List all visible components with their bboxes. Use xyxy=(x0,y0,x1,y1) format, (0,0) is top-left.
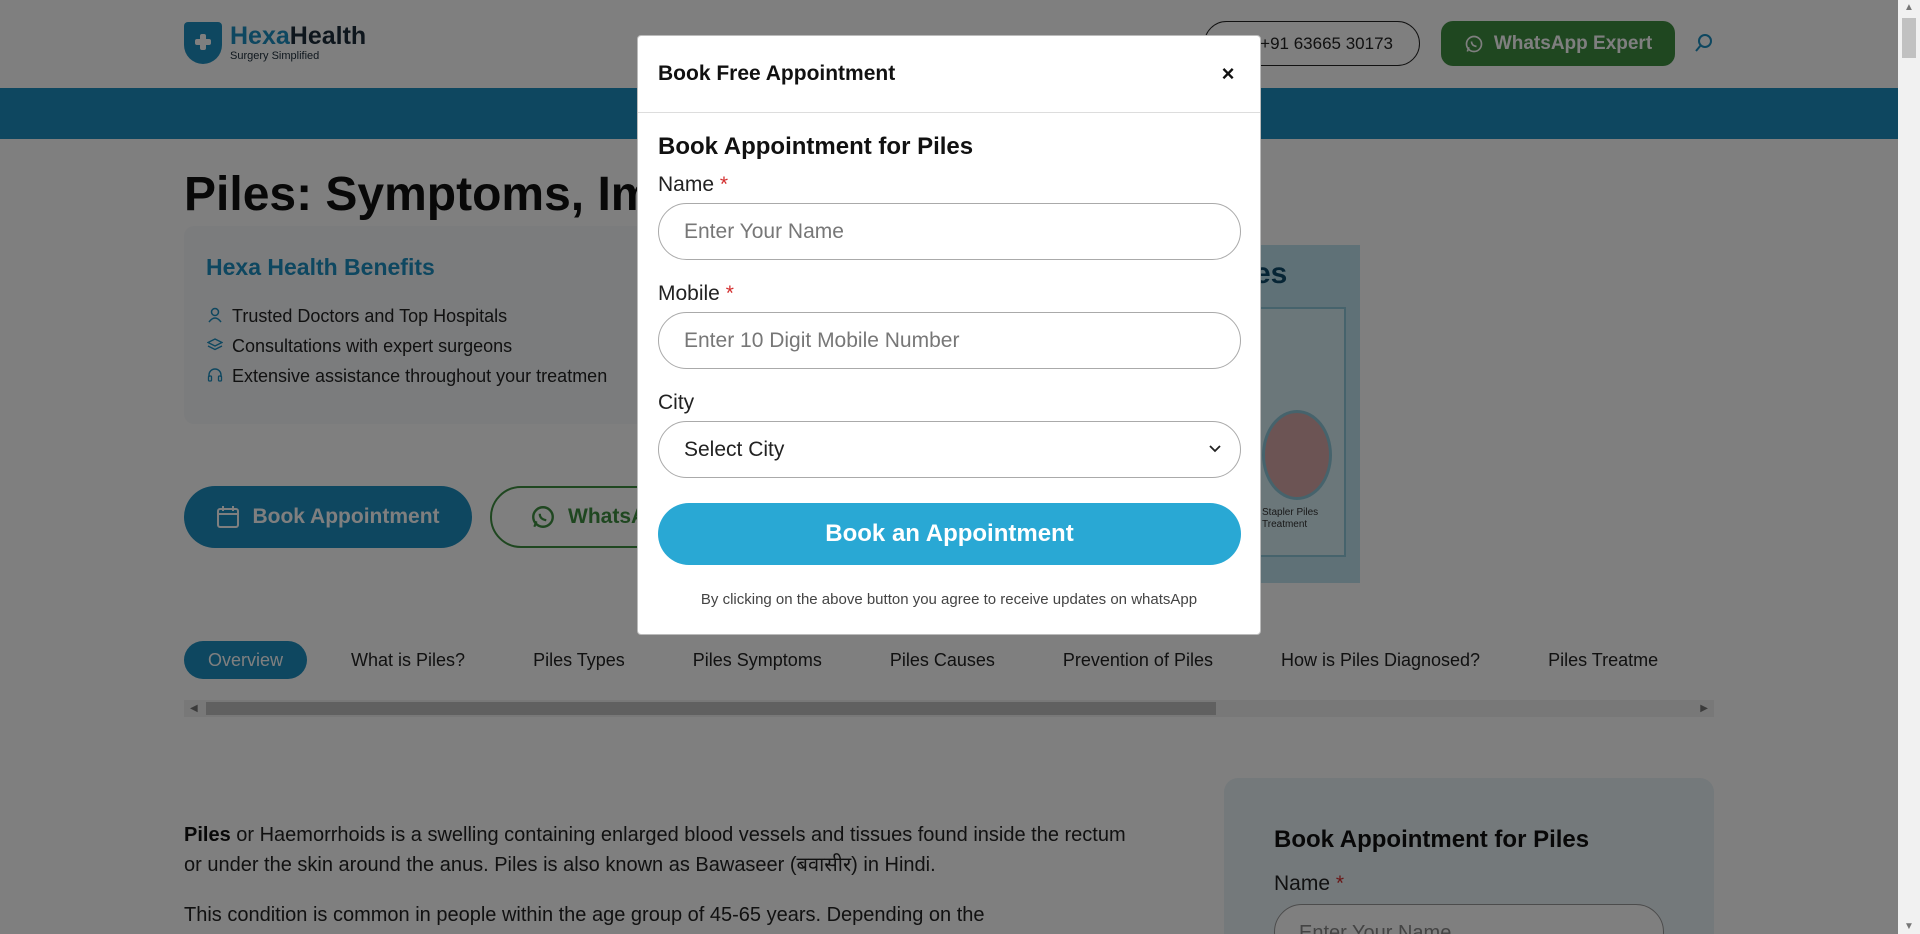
appointment-modal: Book Free Appointment × Book Appointment… xyxy=(637,35,1261,635)
modal-header: Book Free Appointment × xyxy=(638,36,1260,113)
page-scrollbar[interactable]: ▲ ▼ xyxy=(1898,0,1920,934)
modal-title: Book Free Appointment xyxy=(658,62,896,85)
city-select[interactable]: Select City xyxy=(658,421,1241,478)
form-title: Book Appointment for Piles xyxy=(658,133,974,160)
consent-text: By clicking on the above button you agre… xyxy=(700,591,1198,608)
book-appointment-submit-button[interactable]: Book an Appointment xyxy=(658,503,1241,565)
name-input[interactable] xyxy=(658,203,1241,260)
city-select-value[interactable]: Select City xyxy=(658,421,1241,478)
close-icon[interactable]: × xyxy=(1216,61,1240,87)
chevron-down-icon xyxy=(1209,445,1221,453)
mobile-input[interactable] xyxy=(658,312,1241,369)
city-label: City xyxy=(658,391,695,414)
scroll-down-icon[interactable]: ▼ xyxy=(1904,921,1914,932)
mobile-label: Mobile * xyxy=(658,282,734,305)
modal-body: Book Appointment for Piles Name * Mobile… xyxy=(638,113,1260,608)
page-scrollbar-thumb[interactable] xyxy=(1902,18,1916,58)
name-label: Name * xyxy=(658,173,729,196)
scroll-up-icon[interactable]: ▲ xyxy=(1904,2,1914,13)
